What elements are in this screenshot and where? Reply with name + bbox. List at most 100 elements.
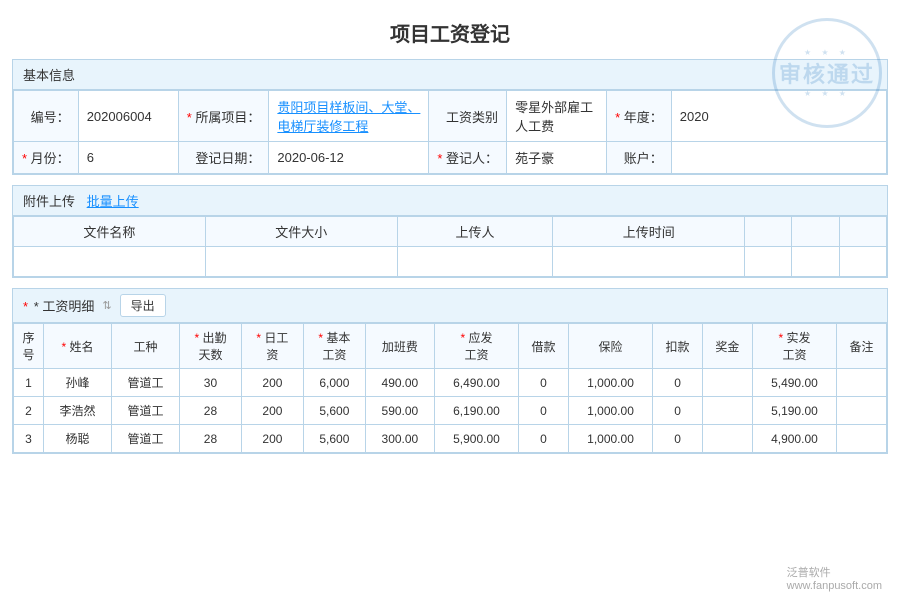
salary-cell-13	[837, 425, 887, 453]
salary-cell-4: 200	[241, 425, 303, 453]
register-date-value: 2020-06-12	[269, 142, 429, 174]
salary-cell-7: 5,900.00	[434, 425, 518, 453]
attach-col-time: 上传时间	[553, 217, 745, 247]
month-label: * 月份：	[14, 142, 79, 174]
sort-icon[interactable]: ⇅	[102, 299, 111, 312]
salary-cell-3: 28	[180, 397, 242, 425]
salary-detail-label: * * 工资明细	[23, 296, 94, 315]
account-value	[671, 142, 886, 174]
salary-cell-10: 0	[653, 369, 703, 397]
salary-row: 1孙峰管道工302006,000490.006,490.0001,000.000…	[14, 369, 887, 397]
salary-cell-7: 6,190.00	[434, 397, 518, 425]
salary-cell-7: 6,490.00	[434, 369, 518, 397]
salary-cell-12: 5,490.00	[752, 369, 836, 397]
salary-cell-11	[702, 425, 752, 453]
attach-col-name: 文件名称	[14, 217, 206, 247]
attachment-table: 文件名称 文件大小 上传人 上传时间	[13, 216, 887, 277]
salary-cell-13	[837, 397, 887, 425]
basic-info-section: 基本信息 编号： 202006004 * 所属项目： 贵阳项目样板间、大堂、电梯…	[12, 59, 888, 175]
code-label: 编号：	[14, 91, 79, 142]
salary-cell-10: 0	[653, 425, 703, 453]
salary-detail-section: * * 工资明细 ⇅ 导出 序号 * 姓名 工种 * 出勤天数 * 日工资 * …	[12, 288, 888, 454]
attachment-header: 附件上传 批量上传	[13, 186, 887, 216]
salary-cell-2: 管道工	[112, 425, 180, 453]
salary-cell-0: 3	[14, 425, 44, 453]
year-label: * 年度：	[607, 91, 672, 142]
brand-website: www.fanpusoft.com	[787, 580, 882, 592]
col-attendance: * 出勤天数	[180, 324, 242, 369]
col-name: * 姓名	[44, 324, 112, 369]
salary-cell-5: 5,600	[303, 397, 365, 425]
col-payable: * 应发工资	[434, 324, 518, 369]
year-value: 2020	[671, 91, 886, 142]
attachment-label: 附件上传	[23, 194, 75, 209]
salary-table: 序号 * 姓名 工种 * 出勤天数 * 日工资 * 基本工资 加班费 * 应发工…	[13, 323, 887, 453]
salary-cell-2: 管道工	[112, 369, 180, 397]
salary-cell-6: 590.00	[365, 397, 434, 425]
salary-cell-5: 5,600	[303, 425, 365, 453]
salary-cell-1: 杨聪	[44, 425, 112, 453]
salary-cell-12: 5,190.00	[752, 397, 836, 425]
project-value: 贵阳项目样板间、大堂、电梯厅装修工程	[269, 91, 429, 142]
page-title: 项目工资登记	[0, 0, 900, 59]
code-value: 202006004	[78, 91, 178, 142]
basic-info-table: 编号： 202006004 * 所属项目： 贵阳项目样板间、大堂、电梯厅装修工程…	[13, 90, 887, 174]
salary-cell-9: 1,000.00	[568, 397, 652, 425]
col-deduction: 扣款	[653, 324, 703, 369]
salary-cell-11	[702, 397, 752, 425]
batch-upload-link[interactable]: 批量上传	[87, 194, 139, 209]
salary-cell-3: 28	[180, 425, 242, 453]
project-label: * 所属项目：	[178, 91, 269, 142]
basic-info-label: 基本信息	[23, 68, 75, 83]
salary-row: 2李浩然管道工282005,600590.006,190.0001,000.00…	[14, 397, 887, 425]
attach-col-action2	[792, 217, 839, 247]
salary-detail-header: * * 工资明细 ⇅ 导出	[13, 289, 887, 323]
basic-info-header: 基本信息	[13, 60, 887, 90]
month-value: 6	[78, 142, 178, 174]
col-type: 工种	[112, 324, 180, 369]
attach-col-action3	[839, 217, 886, 247]
salary-cell-0: 1	[14, 369, 44, 397]
salary-cell-3: 30	[180, 369, 242, 397]
registrar-value: 苑子豪	[507, 142, 607, 174]
export-button[interactable]: 导出	[120, 294, 166, 317]
salary-cell-9: 1,000.00	[568, 369, 652, 397]
salary-cell-8: 0	[519, 397, 569, 425]
brand-name: 泛普软件	[787, 567, 831, 579]
attach-row-empty	[14, 247, 887, 277]
salary-cell-9: 1,000.00	[568, 425, 652, 453]
col-seq: 序号	[14, 324, 44, 369]
salary-cell-12: 4,900.00	[752, 425, 836, 453]
salary-cell-13	[837, 369, 887, 397]
attach-col-uploader: 上传人	[397, 217, 553, 247]
account-label: 账户：	[607, 142, 672, 174]
registrar-label: * 登记人：	[429, 142, 507, 174]
attachment-section: 附件上传 批量上传 文件名称 文件大小 上传人 上传时间	[12, 185, 888, 278]
col-remark: 备注	[837, 324, 887, 369]
col-bonus: 奖金	[702, 324, 752, 369]
col-actual: * 实发工资	[752, 324, 836, 369]
salary-cell-2: 管道工	[112, 397, 180, 425]
brand-footer: 泛普软件 www.fanpusoft.com	[787, 564, 882, 592]
col-daily-wage: * 日工资	[241, 324, 303, 369]
col-overtime: 加班费	[365, 324, 434, 369]
salary-cell-10: 0	[653, 397, 703, 425]
col-base-wage: * 基本工资	[303, 324, 365, 369]
col-loan: 借款	[519, 324, 569, 369]
salary-row: 3杨聪管道工282005,600300.005,900.0001,000.000…	[14, 425, 887, 453]
attach-col-action1	[745, 217, 792, 247]
salary-cell-0: 2	[14, 397, 44, 425]
attach-col-size: 文件大小	[205, 217, 397, 247]
attachment-area: 文件名称 文件大小 上传人 上传时间	[13, 216, 887, 277]
salary-cell-8: 0	[519, 369, 569, 397]
salary-type-value: 零星外部雇工人工费	[507, 91, 607, 142]
salary-cell-1: 李浩然	[44, 397, 112, 425]
salary-cell-5: 6,000	[303, 369, 365, 397]
salary-type-label: 工资类别	[429, 91, 507, 142]
salary-cell-6: 490.00	[365, 369, 434, 397]
salary-cell-4: 200	[241, 369, 303, 397]
col-insurance: 保险	[568, 324, 652, 369]
salary-cell-8: 0	[519, 425, 569, 453]
salary-cell-6: 300.00	[365, 425, 434, 453]
register-date-label: 登记日期：	[178, 142, 269, 174]
